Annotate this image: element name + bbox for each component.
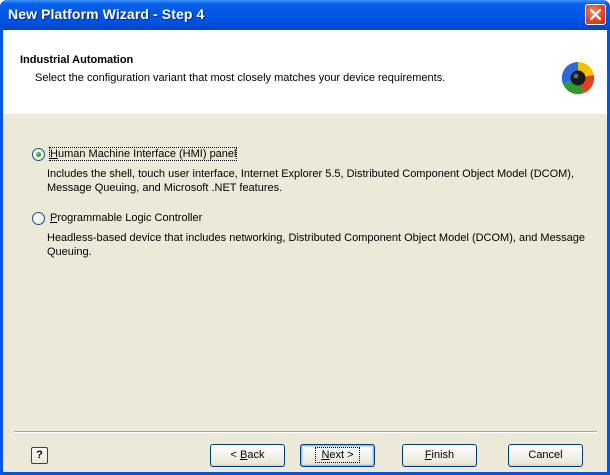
wizard-logo-icon: [561, 61, 595, 95]
option-hmi-description: Includes the shell, touch user interface…: [47, 168, 575, 194]
header-divider: [3, 113, 607, 114]
page-subtitle: Select the configuration variant that mo…: [35, 72, 446, 84]
option-hmi-label[interactable]: Human Machine Interface (HMI) panel: [48, 147, 238, 161]
cancel-button[interactable]: Cancel: [508, 444, 583, 467]
window-title: New Platform Wizard - Step 4: [8, 6, 205, 22]
option-plc-label[interactable]: Programmable Logic Controller: [50, 212, 202, 224]
back-button[interactable]: < Back: [210, 444, 285, 467]
help-icon: ?: [36, 449, 43, 461]
finish-button[interactable]: Finish: [402, 444, 477, 467]
page-title: Industrial Automation: [20, 54, 134, 66]
radio-selected-dot: [36, 152, 41, 157]
close-icon: [589, 8, 602, 21]
wizard-window: New Platform Wizard - Step 4 Industrial …: [0, 0, 610, 475]
help-button[interactable]: ?: [31, 447, 48, 464]
option-plc-description: Headless-based device that includes netw…: [47, 232, 586, 258]
radio-hmi-panel[interactable]: [32, 148, 45, 161]
title-bar[interactable]: New Platform Wizard - Step 4: [0, 0, 610, 30]
wizard-header: Industrial Automation Select the configu…: [3, 30, 607, 114]
next-button[interactable]: Next >: [300, 444, 375, 467]
close-button[interactable]: [585, 4, 606, 25]
wizard-body: Industrial Automation Select the configu…: [3, 30, 607, 472]
radio-plc[interactable]: [32, 212, 45, 225]
